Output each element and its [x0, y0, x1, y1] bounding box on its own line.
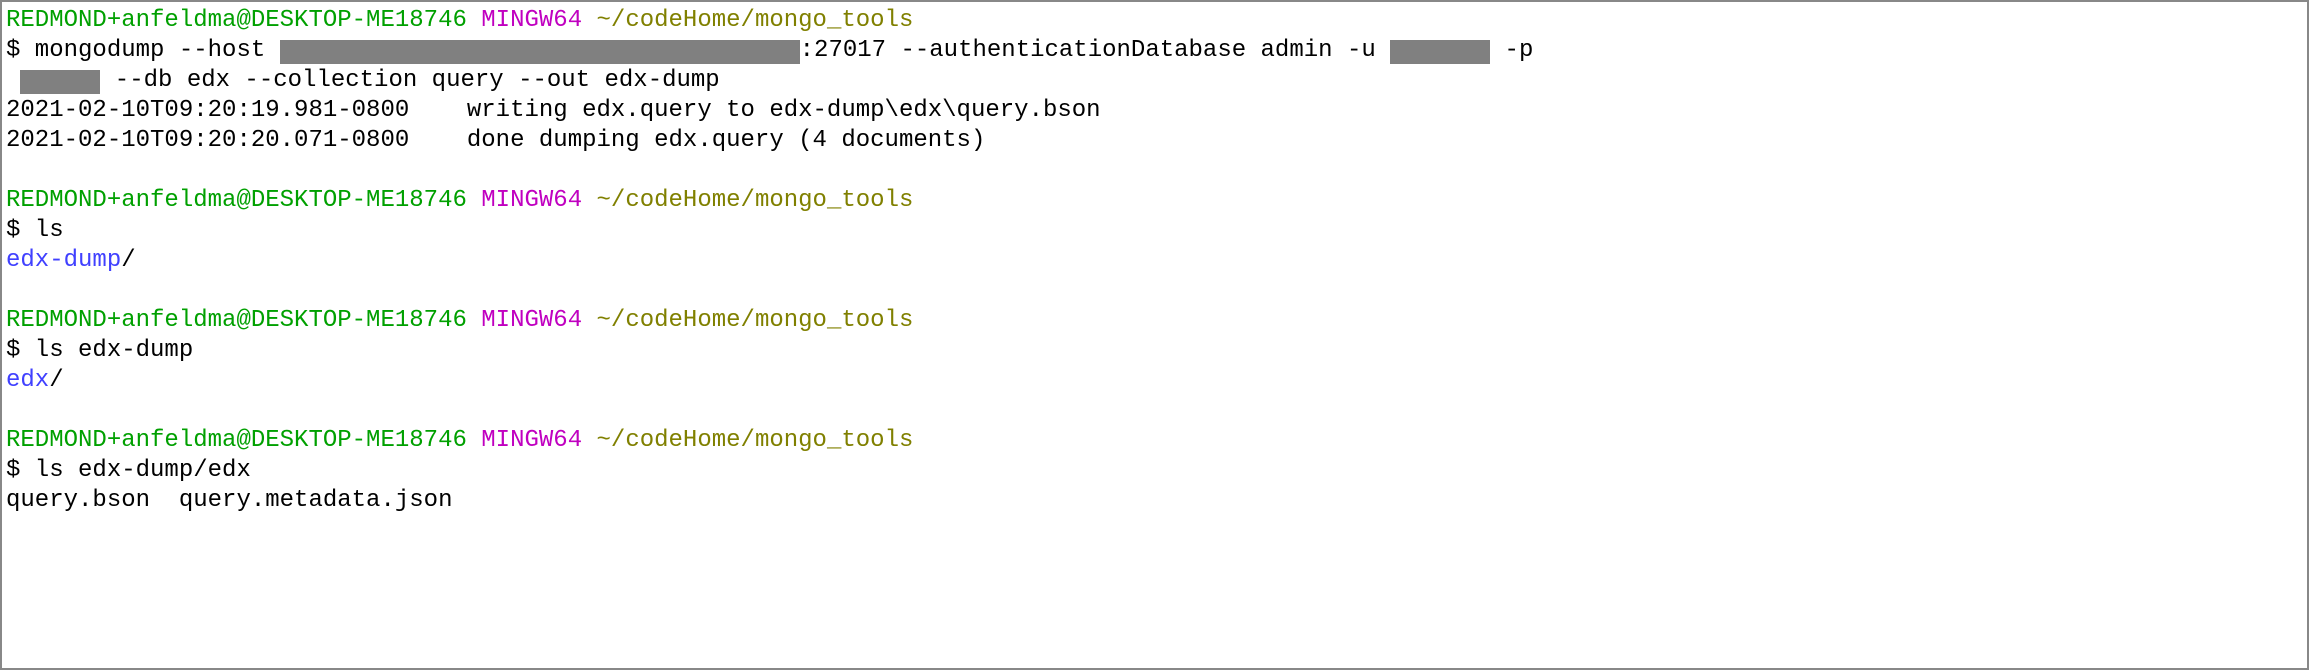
blank-line — [6, 156, 2303, 186]
output-line: 2021-02-10T09:20:20.071-0800 done dumpin… — [6, 126, 2303, 156]
cwd-path: ~/codeHome/mongo_tools — [597, 427, 914, 454]
shell-name: MINGW64 — [481, 187, 582, 214]
prompt-line-3: REDMOND+anfeldma@DESKTOP-ME18746 MINGW64… — [6, 306, 2303, 336]
output-line: edx-dump/ — [6, 246, 2303, 276]
cwd-path: ~/codeHome/mongo_tools — [597, 187, 914, 214]
dir-name: edx — [6, 367, 49, 394]
prompt-dollar: $ — [6, 457, 20, 484]
redacted-password — [20, 70, 100, 94]
shell-name: MINGW64 — [481, 307, 582, 334]
blank-line — [6, 276, 2303, 306]
cmd-text: ls — [20, 217, 63, 244]
cwd-path: ~/codeHome/mongo_tools — [597, 7, 914, 34]
command-line-2[interactable]: $ ls — [6, 216, 2303, 246]
command-line-1[interactable]: $ mongodump --host :27017 --authenticati… — [6, 36, 2303, 66]
dir-slash: / — [121, 247, 135, 274]
user-host: REDMOND+anfeldma@DESKTOP-ME18746 — [6, 7, 467, 34]
user-host: REDMOND+anfeldma@DESKTOP-ME18746 — [6, 307, 467, 334]
prompt-dollar: $ — [6, 37, 20, 64]
cmd-text: ls edx-dump/edx — [20, 457, 250, 484]
shell-name: MINGW64 — [481, 7, 582, 34]
output-line: 2021-02-10T09:20:19.981-0800 writing edx… — [6, 96, 2303, 126]
blank-line — [6, 396, 2303, 426]
cmd-text: ls edx-dump — [20, 337, 193, 364]
dir-name: edx-dump — [6, 247, 121, 274]
cmd-text — [6, 67, 20, 94]
output-line: edx/ — [6, 366, 2303, 396]
command-line-1-cont[interactable]: --db edx --collection query --out edx-du… — [6, 66, 2303, 96]
command-line-4[interactable]: $ ls edx-dump/edx — [6, 456, 2303, 486]
prompt-line-4: REDMOND+anfeldma@DESKTOP-ME18746 MINGW64… — [6, 426, 2303, 456]
output-line: query.bson query.metadata.json — [6, 486, 2303, 516]
user-host: REDMOND+anfeldma@DESKTOP-ME18746 — [6, 187, 467, 214]
cmd-text: --db edx --collection query --out edx-du… — [100, 67, 719, 94]
command-line-3[interactable]: $ ls edx-dump — [6, 336, 2303, 366]
prompt-line-2: REDMOND+anfeldma@DESKTOP-ME18746 MINGW64… — [6, 186, 2303, 216]
cwd-path: ~/codeHome/mongo_tools — [597, 307, 914, 334]
user-host: REDMOND+anfeldma@DESKTOP-ME18746 — [6, 427, 467, 454]
redacted-user — [1390, 40, 1490, 64]
cmd-text: :27017 --authenticationDatabase admin -u — [800, 37, 1391, 64]
prompt-line-1: REDMOND+anfeldma@DESKTOP-ME18746 MINGW64… — [6, 6, 2303, 36]
prompt-dollar: $ — [6, 337, 20, 364]
shell-name: MINGW64 — [481, 427, 582, 454]
dir-slash: / — [49, 367, 63, 394]
cmd-text: -p — [1490, 37, 1533, 64]
redacted-host — [280, 40, 800, 64]
prompt-dollar: $ — [6, 217, 20, 244]
cmd-text: mongodump --host — [20, 37, 279, 64]
